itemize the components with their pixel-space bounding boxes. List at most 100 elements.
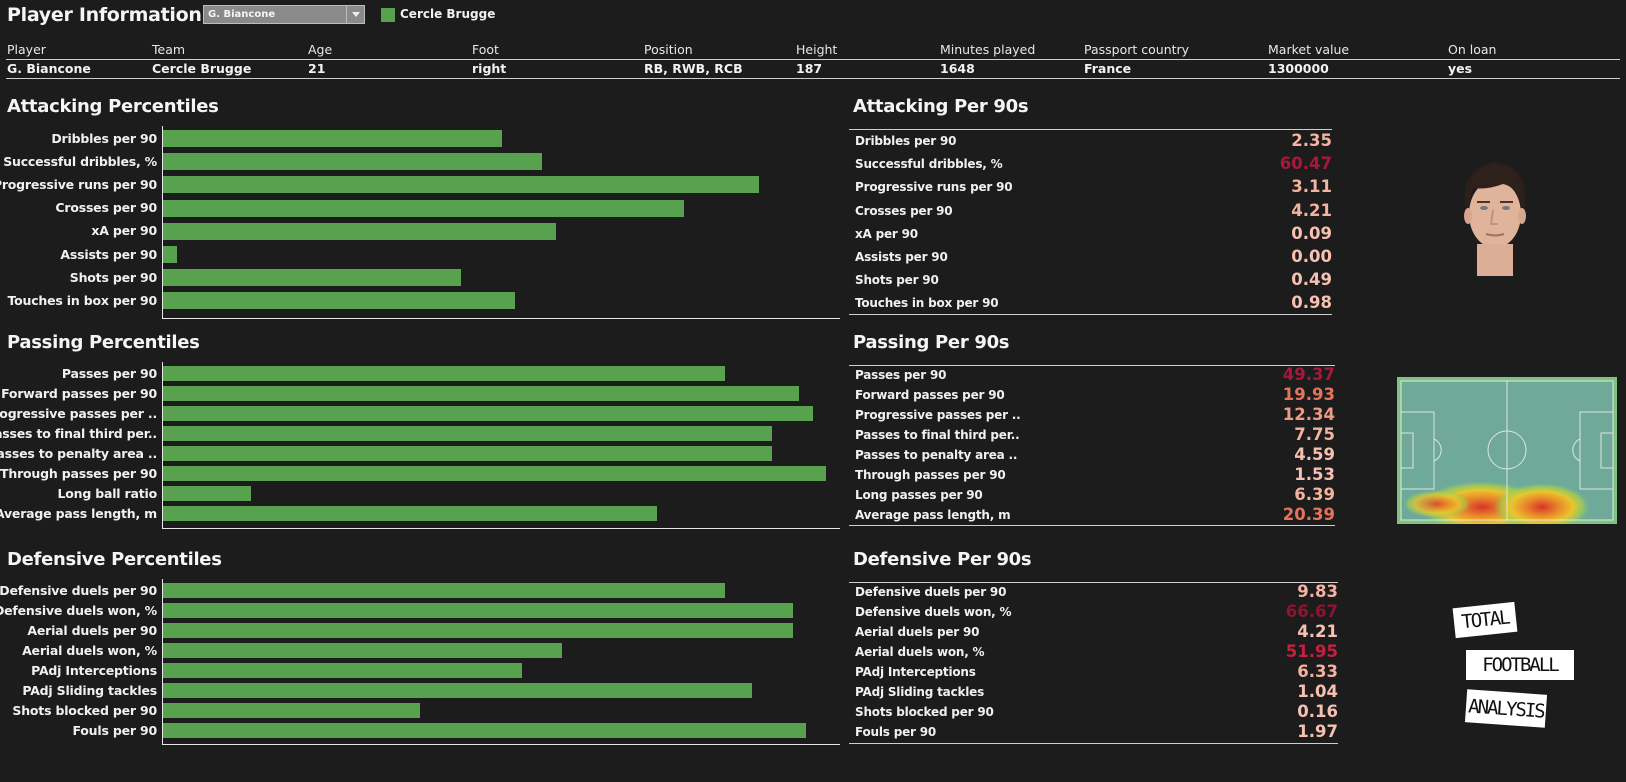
metric-value: 1.04 (1297, 682, 1338, 701)
metric-label: Defensive duels per 90 (855, 585, 1007, 599)
metric-label: Assists per 90 (855, 250, 948, 264)
metric-label: Dribbles per 90 (855, 134, 957, 148)
percentile-bar[interactable] (163, 466, 827, 481)
metric-value: 12.34 (1282, 405, 1335, 424)
percentile-bar[interactable] (163, 426, 773, 441)
legend-swatch (381, 8, 395, 22)
percentile-bar[interactable] (163, 130, 502, 147)
metric-label: xA per 90 (855, 226, 918, 241)
bar-label: PAdj Interceptions (31, 662, 157, 678)
percentile-bar[interactable] (163, 176, 759, 194)
metric-value: 2.35 (1291, 131, 1332, 150)
logo-line-analysis: ANALYSIS (1464, 689, 1548, 728)
metric-label: Passes per 90 (855, 368, 947, 382)
metric-value: 9.83 (1297, 582, 1338, 601)
percentile-bar[interactable] (163, 386, 800, 401)
percentile-bar[interactable] (163, 406, 813, 421)
passing-per90-title: Passing Per 90s (853, 332, 1010, 353)
percentile-bar[interactable] (163, 663, 522, 678)
metric-label: Aerial duels won, % (855, 645, 985, 659)
percentile-bar[interactable] (163, 723, 807, 738)
info-cell: 187 (796, 61, 823, 76)
table-bottom-divider (849, 314, 1332, 315)
metric-value: 20.39 (1282, 505, 1335, 524)
y-axis-line (162, 126, 163, 318)
metric-value: 0.00 (1291, 247, 1332, 266)
metric-value: 6.33 (1297, 662, 1338, 681)
metric-value: 6.39 (1294, 485, 1335, 504)
info-cell: 1648 (940, 61, 975, 76)
percentile-bar[interactable] (163, 623, 793, 638)
metric-value: 60.47 (1279, 154, 1332, 174)
legend-label: Cercle Brugge (400, 7, 496, 21)
metric-label: Passes to final third per.. (855, 428, 1020, 442)
percentile-bar[interactable] (163, 199, 685, 217)
percentile-bar[interactable] (163, 446, 773, 461)
metric-value: 4.59 (1294, 445, 1335, 464)
metric-value: 51.95 (1285, 642, 1338, 661)
metric-value: 3.11 (1291, 177, 1332, 197)
percentile-bar[interactable] (163, 153, 543, 171)
player-select[interactable]: G. Biancone (203, 5, 365, 24)
metric-label: Through passes per 90 (855, 468, 1006, 482)
metric-label: Touches in box per 90 (855, 296, 999, 311)
info-column-header: Age (308, 42, 333, 57)
percentile-bar[interactable] (163, 486, 251, 501)
metric-label: Progressive runs per 90 (855, 180, 1013, 195)
info-column-header: Minutes played (940, 42, 1036, 57)
x-axis-line (162, 744, 840, 745)
metric-value: 7.75 (1294, 425, 1335, 444)
percentile-bar[interactable] (163, 583, 725, 598)
info-row-divider (6, 78, 1620, 79)
table-top-divider (849, 582, 1338, 583)
metric-label: Progressive passes per .. (855, 408, 1021, 422)
table-top-divider (849, 365, 1335, 366)
info-cell: right (472, 61, 507, 76)
metric-value: 49.37 (1282, 365, 1335, 384)
percentile-bar[interactable] (163, 703, 421, 718)
metric-label: Shots blocked per 90 (855, 705, 994, 719)
logo-line-total: TOTAL (1452, 601, 1518, 639)
info-cell: Cercle Brugge (152, 61, 252, 76)
metric-label: Long passes per 90 (855, 488, 983, 502)
metric-label: Aerial duels per 90 (855, 625, 980, 639)
percentile-bar[interactable] (163, 366, 725, 381)
percentile-bar[interactable] (163, 603, 793, 618)
metric-label: Fouls per 90 (855, 725, 937, 739)
percentile-bar[interactable] (163, 246, 177, 263)
heatmap-pitch (1397, 377, 1617, 524)
info-cell: RB, RWB, RCB (644, 61, 743, 76)
metric-label: Crosses per 90 (855, 203, 953, 218)
attacking-per90-title: Attacking Per 90s (853, 96, 1029, 117)
table-top-divider (849, 129, 1332, 130)
info-column-header: Position (644, 42, 693, 57)
percentile-bar[interactable] (163, 292, 516, 310)
metric-value: 66.67 (1285, 602, 1338, 621)
metric-label: Forward passes per 90 (855, 388, 1005, 402)
y-axis-line (162, 362, 163, 528)
info-column-header: On loan (1448, 42, 1497, 57)
metric-value: 1.97 (1297, 722, 1338, 741)
x-axis-line (162, 318, 840, 319)
bar-label: Defensive duels per 90 (0, 582, 157, 598)
x-axis-line (162, 528, 840, 529)
metric-value: 19.93 (1282, 385, 1335, 404)
percentile-bar[interactable] (163, 269, 461, 287)
info-column-header: Passport country (1084, 42, 1190, 57)
bar-label: Aerial duels per 90 (27, 622, 157, 638)
info-cell: yes (1448, 61, 1473, 76)
chevron-down-icon[interactable] (346, 6, 364, 23)
info-cell: 1300000 (1268, 61, 1329, 76)
metric-value: 0.49 (1291, 270, 1332, 290)
percentile-bar[interactable] (163, 506, 658, 521)
metric-value: 4.21 (1297, 622, 1338, 641)
metric-value: 0.16 (1297, 702, 1338, 721)
metric-value: 4.21 (1291, 200, 1332, 220)
percentile-bar[interactable] (163, 683, 752, 698)
y-axis-line (162, 579, 163, 744)
defensive-per90-title: Defensive Per 90s (853, 549, 1032, 570)
percentile-bar[interactable] (163, 643, 563, 658)
metric-label: Successful dribbles, % (855, 157, 1003, 172)
player-select-value: G. Biancone (208, 9, 276, 20)
percentile-bar[interactable] (163, 222, 556, 240)
